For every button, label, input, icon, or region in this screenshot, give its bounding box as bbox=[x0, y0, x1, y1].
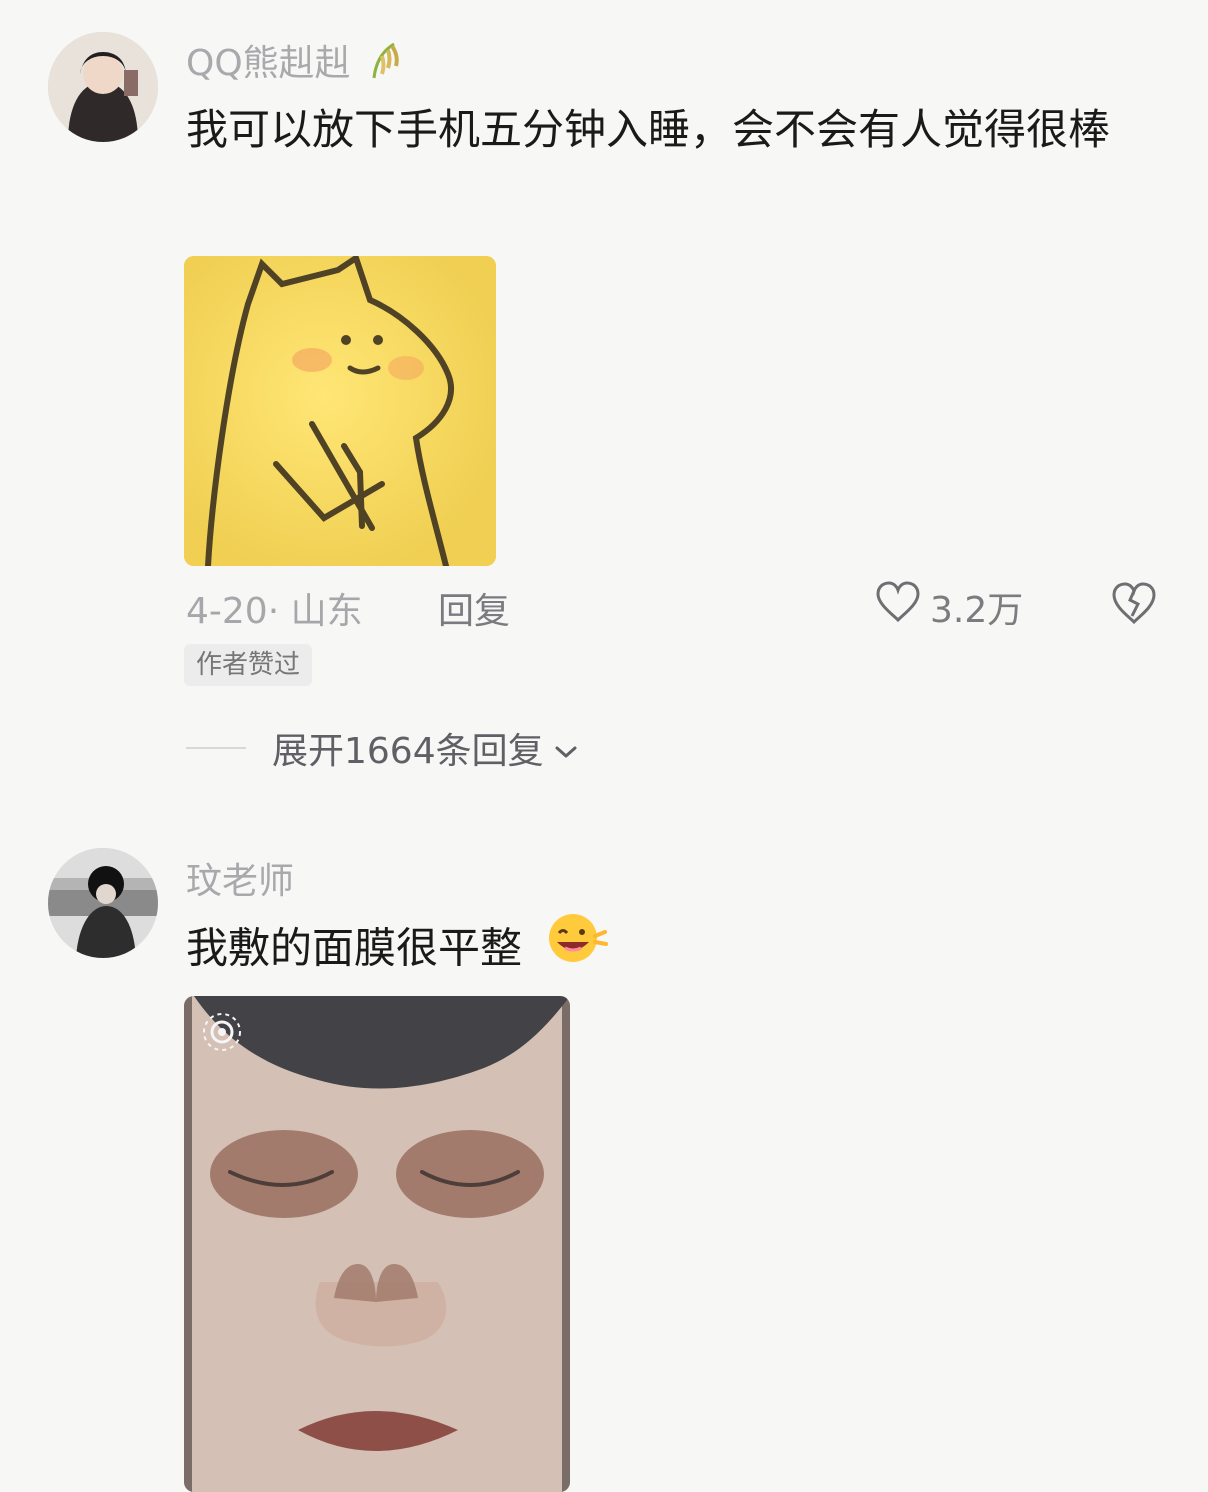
comment-text: 我敷的面膜很平整 bbox=[186, 908, 1166, 994]
divider-line bbox=[186, 747, 246, 749]
author-liked-badge: 作者赞过 bbox=[184, 644, 313, 686]
comment-text: 我可以放下手机五分钟入睡，会不会有人觉得很棒 bbox=[186, 105, 1111, 154]
expand-replies-label: 展开1664条回复 bbox=[272, 731, 544, 772]
comment-image-face-mask[interactable] bbox=[184, 996, 570, 1492]
avatar[interactable] bbox=[48, 32, 158, 142]
expand-replies-button[interactable]: 展开1664条回复 bbox=[186, 722, 578, 774]
broken-heart-icon bbox=[1110, 582, 1158, 630]
username[interactable]: 玟老师 bbox=[186, 852, 294, 904]
chevron-down-icon bbox=[554, 728, 578, 769]
heart-icon bbox=[874, 580, 922, 633]
comment-location: 山东 bbox=[290, 591, 363, 632]
comment-image-cat-meme[interactable] bbox=[184, 256, 496, 566]
avatar[interactable] bbox=[48, 848, 158, 958]
comment-meta: 4-20· 山东 bbox=[186, 591, 363, 632]
like-button[interactable]: 3.2万 bbox=[874, 580, 1023, 633]
dislike-button[interactable] bbox=[1110, 580, 1158, 630]
comment-date: 4-20 bbox=[186, 591, 268, 632]
rice-icon bbox=[366, 40, 408, 91]
like-count: 3.2万 bbox=[930, 589, 1024, 631]
grinning-wink-emoji bbox=[539, 908, 611, 994]
reply-button[interactable]: 回复 bbox=[438, 582, 510, 634]
username[interactable]: QQ熊赳赳 bbox=[186, 34, 408, 91]
